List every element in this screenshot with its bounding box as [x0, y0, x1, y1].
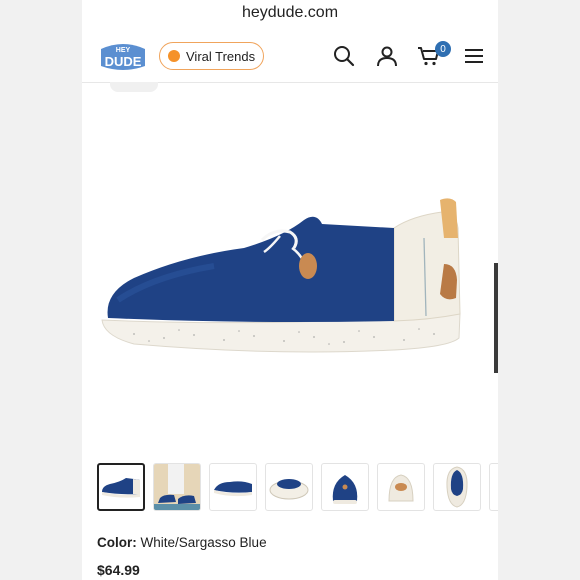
url-text: heydude.com [241, 4, 339, 21]
thumbnail-1[interactable] [97, 463, 145, 511]
cart-count-badge: 0 [435, 41, 451, 57]
logo-bottom-text: DUDE [105, 54, 142, 69]
thumbnail-5[interactable] [321, 463, 369, 511]
thumbnail-strip [97, 463, 498, 513]
thumbnail-shoe-side [102, 478, 140, 498]
thumbnail-4[interactable] [265, 463, 313, 511]
thumbnail-shoe-top [446, 466, 468, 508]
heydude-logo[interactable]: HEY DUDE [97, 40, 149, 72]
viral-trends-label: Viral Trends [186, 48, 256, 64]
color-value: White/Sargasso Blue [140, 535, 267, 550]
product-hero-image[interactable] [94, 82, 498, 453]
product-price: $64.99 [97, 562, 140, 578]
next-image-peek[interactable] [494, 263, 498, 373]
thumbnail-lifestyle [154, 464, 200, 510]
thumbnail-shoe-angle [214, 481, 252, 497]
thumbnail-7[interactable] [433, 463, 481, 511]
thumbnail-shoe-front [332, 475, 358, 504]
logo-top-text: HEY [116, 47, 131, 54]
product-color: Color: White/Sargasso Blue [97, 535, 267, 550]
thumbnail-shoe-back [388, 474, 414, 502]
thumbnail-6[interactable] [377, 463, 425, 511]
browser-url-bar[interactable]: heydude.com [82, 0, 498, 26]
thumbnail-3[interactable] [209, 463, 257, 511]
site-header: HEY DUDE Viral Trends 0 [82, 33, 498, 83]
menu-icon[interactable] [462, 44, 486, 68]
trend-dot-icon [168, 50, 180, 62]
page-frame: heydude.com HEY DUDE Viral Trends 0 Colo… [82, 0, 498, 580]
thumbnail-shoe-sole [269, 479, 309, 500]
viral-trends-button[interactable]: Viral Trends [159, 42, 264, 70]
account-icon[interactable] [375, 44, 399, 68]
hero-tab [110, 82, 158, 92]
thumbnail-2[interactable] [153, 463, 201, 511]
color-label: Color: [97, 535, 137, 550]
shoe-illustration [101, 198, 461, 353]
thumbnail-8[interactable] [489, 463, 498, 511]
search-icon[interactable] [332, 44, 356, 68]
